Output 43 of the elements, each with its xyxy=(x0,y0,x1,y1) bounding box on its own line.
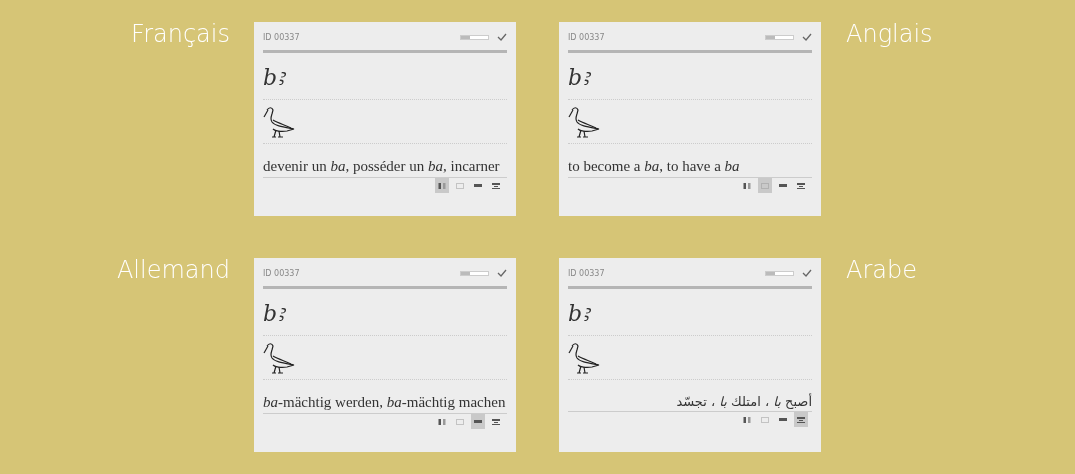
dashed-square-icon xyxy=(761,182,769,189)
bar-icon xyxy=(474,184,482,187)
language-label: Anglais xyxy=(846,22,933,46)
translation: to become a ba, to have a ba xyxy=(568,144,812,178)
translation: أصبح با ، امتلك با ، تجسّد xyxy=(568,380,812,412)
translation: ba-mächtig werden, ba-mächtig machen xyxy=(263,380,507,414)
bar-icon xyxy=(474,420,482,423)
check-icon[interactable] xyxy=(802,33,812,41)
split-rows-icon xyxy=(492,182,500,189)
transliteration: bꜣ xyxy=(568,300,590,328)
split-rows-icon xyxy=(797,182,805,189)
language-label: Allemand xyxy=(116,258,230,282)
language-label: Français xyxy=(131,22,230,46)
entry-id: ID 00337 xyxy=(568,268,605,278)
transliteration: bꜣ xyxy=(568,64,590,92)
check-icon[interactable] xyxy=(497,33,507,41)
columns-icon xyxy=(438,418,446,425)
entry-id: ID 00337 xyxy=(263,32,300,42)
dashed-square-icon xyxy=(456,418,464,425)
check-icon[interactable] xyxy=(802,269,812,277)
ibis-icon xyxy=(263,340,295,375)
split-rows-icon xyxy=(797,416,805,423)
ibis-icon xyxy=(263,104,295,139)
language-label: Arabe xyxy=(846,258,917,282)
dashed-square-icon xyxy=(761,416,769,423)
transliteration: bꜣ xyxy=(263,64,285,92)
view-button[interactable] xyxy=(435,178,449,193)
ibis-icon xyxy=(568,340,600,375)
view-button[interactable] xyxy=(471,414,485,429)
translation: devenir un ba, posséder un ba, incarner xyxy=(263,144,507,178)
columns-icon xyxy=(438,182,446,189)
view-button[interactable] xyxy=(794,412,808,427)
transliteration: bꜣ xyxy=(263,300,285,328)
check-icon[interactable] xyxy=(497,269,507,277)
columns-icon xyxy=(743,182,751,189)
dashed-square-icon xyxy=(456,182,464,189)
entry-id: ID 00337 xyxy=(568,32,605,42)
bar-icon xyxy=(779,418,787,421)
entry-id: ID 00337 xyxy=(263,268,300,278)
bar-icon xyxy=(779,184,787,187)
ibis-icon xyxy=(568,104,600,139)
columns-icon xyxy=(743,416,751,423)
split-rows-icon xyxy=(492,418,500,425)
